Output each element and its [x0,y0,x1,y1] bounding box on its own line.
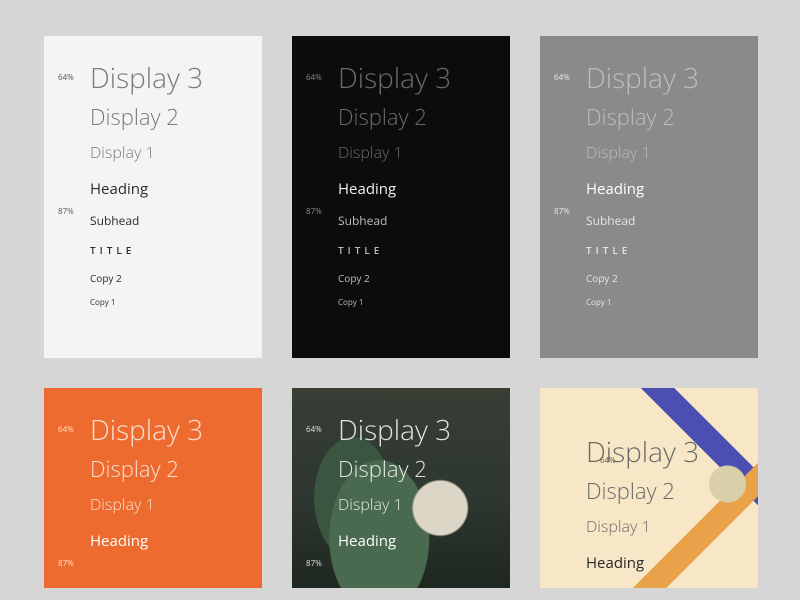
title: TITLE [90,245,244,273]
display-3: Display 3 [90,410,244,458]
opacity-label-87: 87% [306,558,322,569]
specimen-card-orange: 64% 87% Display 3 Display 2 Display 1 He… [44,388,262,588]
subhead: Subhead [338,215,492,245]
opacity-label-64: 64% [58,424,74,435]
copy-2: Copy 2 [586,273,740,299]
subhead: Subhead [586,215,740,245]
copy-1: Copy 1 [338,299,492,307]
title: TITLE [338,245,492,273]
display-1: Display 1 [90,496,244,534]
opacity-label-87: 87% [554,206,570,217]
title: TITLE [586,245,740,273]
display-1: Display 1 [586,144,740,182]
display-3: Display 3 [90,58,244,106]
opacity-label-64: 64% [58,72,74,83]
display-2: Display 2 [338,106,492,144]
display-3: Display 3 [586,58,740,106]
display-2: Display 2 [586,480,740,518]
subhead: Subhead [90,215,244,245]
display-1: Display 1 [586,518,740,556]
display-1: Display 1 [90,144,244,182]
specimen-card-gray: 64% 87% Display 3 Display 2 Display 1 He… [540,36,758,358]
heading: Heading [586,182,740,215]
display-3: Display 3 [338,58,492,106]
display-2: Display 2 [338,458,492,496]
display-1: Display 1 [338,496,492,534]
opacity-label-64: 64% [554,72,570,83]
specimen-card-light: 64% 87% Display 3 Display 2 Display 1 He… [44,36,262,358]
opacity-label-64: 64% [306,72,322,83]
copy-1: Copy 1 [90,299,244,307]
specimen-card-photo: 64% 87% Display 3 Display 2 Display 1 He… [292,388,510,588]
specimen-card-illustration: 64% 87% Display 3 Display 2 Display 1 He… [540,388,758,588]
opacity-label-87: 87% [306,206,322,217]
display-3: Display 3 [586,432,740,480]
heading: Heading [586,556,740,588]
heading: Heading [338,534,492,567]
opacity-label-87: 87% [58,206,74,217]
display-2: Display 2 [586,106,740,144]
specimen-card-dark: 64% 87% Display 3 Display 2 Display 1 He… [292,36,510,358]
opacity-label-87: 87% [58,558,74,569]
copy-2: Copy 2 [338,273,492,299]
display-3: Display 3 [338,410,492,458]
heading: Heading [90,182,244,215]
display-2: Display 2 [90,106,244,144]
heading: Heading [338,182,492,215]
heading: Heading [90,534,244,567]
opacity-label-64: 64% [306,424,322,435]
copy-1: Copy 1 [586,299,740,307]
typography-specimen-grid: 64% 87% Display 3 Display 2 Display 1 He… [44,36,756,588]
display-1: Display 1 [338,144,492,182]
display-2: Display 2 [90,458,244,496]
copy-2: Copy 2 [90,273,244,299]
